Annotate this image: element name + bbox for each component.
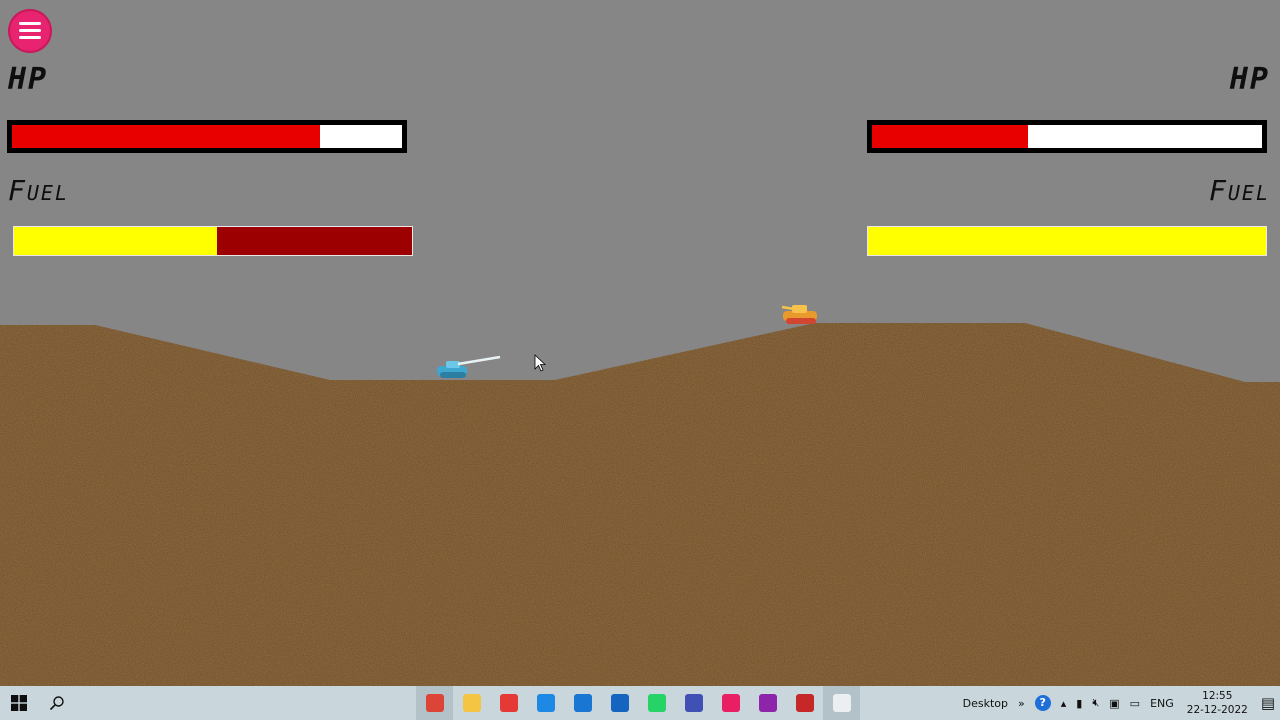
enemy-hp-fill: [872, 125, 1028, 148]
file-explorer-taskbar-button[interactable]: [453, 686, 490, 720]
game-canvas[interactable]: HP Fuel HP Fuel: [0, 0, 1280, 686]
hamburger-icon-line: [19, 36, 41, 39]
whatsapp-icon: [647, 694, 666, 712]
mail-icon: [610, 694, 629, 712]
game-window-icon: [832, 694, 851, 712]
mouse-cursor-icon: [534, 354, 547, 372]
virtualbox-taskbar-button[interactable]: [675, 686, 712, 720]
mail-taskbar-button[interactable]: [601, 686, 638, 720]
player-hp-fill: [12, 125, 321, 148]
enemy-hp-bar: [867, 120, 1267, 153]
start-button[interactable]: [0, 686, 38, 720]
chrome-taskbar-button[interactable]: [416, 686, 453, 720]
enemy-fuel-label: Fuel: [1209, 174, 1270, 207]
clock-time: 12:55: [1202, 690, 1233, 702]
vscode-icon: [573, 694, 592, 712]
help-icon[interactable]: ?: [1034, 695, 1051, 711]
vscode-taskbar-button[interactable]: [564, 686, 601, 720]
app-red-diamond-taskbar-button[interactable]: [490, 686, 527, 720]
record-icon: [795, 694, 814, 712]
player-fuel-bar: [13, 226, 413, 256]
edge-taskbar-button[interactable]: [527, 686, 564, 720]
hamburger-icon: [19, 22, 41, 25]
enemy-fuel-fill: [868, 227, 1266, 255]
player-tank: [437, 355, 501, 378]
hamburger-icon-line: [19, 29, 41, 32]
winrar-taskbar-button[interactable]: [749, 686, 786, 720]
language-indicator[interactable]: ENG: [1150, 697, 1174, 710]
record-taskbar-button[interactable]: [786, 686, 823, 720]
taskbar-apps: [416, 686, 860, 720]
menu-button[interactable]: [8, 9, 52, 53]
enemy-tank: [781, 305, 817, 324]
game-window-taskbar-button[interactable]: [823, 686, 860, 720]
player-fuel-label: Fuel: [8, 174, 69, 207]
app-red-diamond-icon: [499, 694, 518, 712]
system-tray: Desktop » ? ▴ ▮ 🔇︎ ▣ ▭ ENG 12:55 22-12-2…: [958, 686, 1280, 720]
enemy-fuel-bar: [867, 226, 1267, 256]
file-explorer-icon: [462, 694, 481, 712]
windows-logo-icon: [11, 695, 27, 711]
battery-icon[interactable]: ▭: [1130, 697, 1140, 710]
microphone-icon[interactable]: ▮: [1076, 697, 1082, 710]
player-fuel-fill: [14, 227, 217, 255]
enemy-hp-label: HP: [1229, 62, 1270, 97]
network-icon[interactable]: ▣: [1109, 697, 1119, 710]
whatsapp-taskbar-button[interactable]: [638, 686, 675, 720]
volume-muted-icon[interactable]: 🔇︎: [1092, 696, 1099, 710]
search-button[interactable]: [38, 686, 76, 720]
clock-date: 22-12-2022: [1186, 704, 1248, 716]
windows-taskbar: Desktop » ? ▴ ▮ 🔇︎ ▣ ▭ ENG 12:55 22-12-2…: [0, 686, 1280, 720]
edge-icon: [536, 694, 555, 712]
chevron-up-icon[interactable]: ▴: [1061, 697, 1067, 710]
virtualbox-icon: [684, 694, 703, 712]
desktop-toolbar-label[interactable]: Desktop: [963, 697, 1008, 710]
player-hp-label: HP: [8, 62, 49, 97]
search-icon: [49, 696, 64, 711]
chrome-icon: [425, 694, 444, 712]
notifications-icon[interactable]: ▤: [1261, 694, 1275, 712]
winrar-icon: [758, 694, 777, 712]
intellij-icon: [721, 694, 740, 712]
clock[interactable]: 12:55 22-12-2022: [1187, 689, 1248, 717]
player-hp-bar: [7, 120, 407, 153]
terrain: [0, 305, 1280, 686]
ground-texture: [0, 323, 1280, 686]
intellij-taskbar-button[interactable]: [712, 686, 749, 720]
toolbar-expand-icon[interactable]: »: [1018, 697, 1025, 710]
